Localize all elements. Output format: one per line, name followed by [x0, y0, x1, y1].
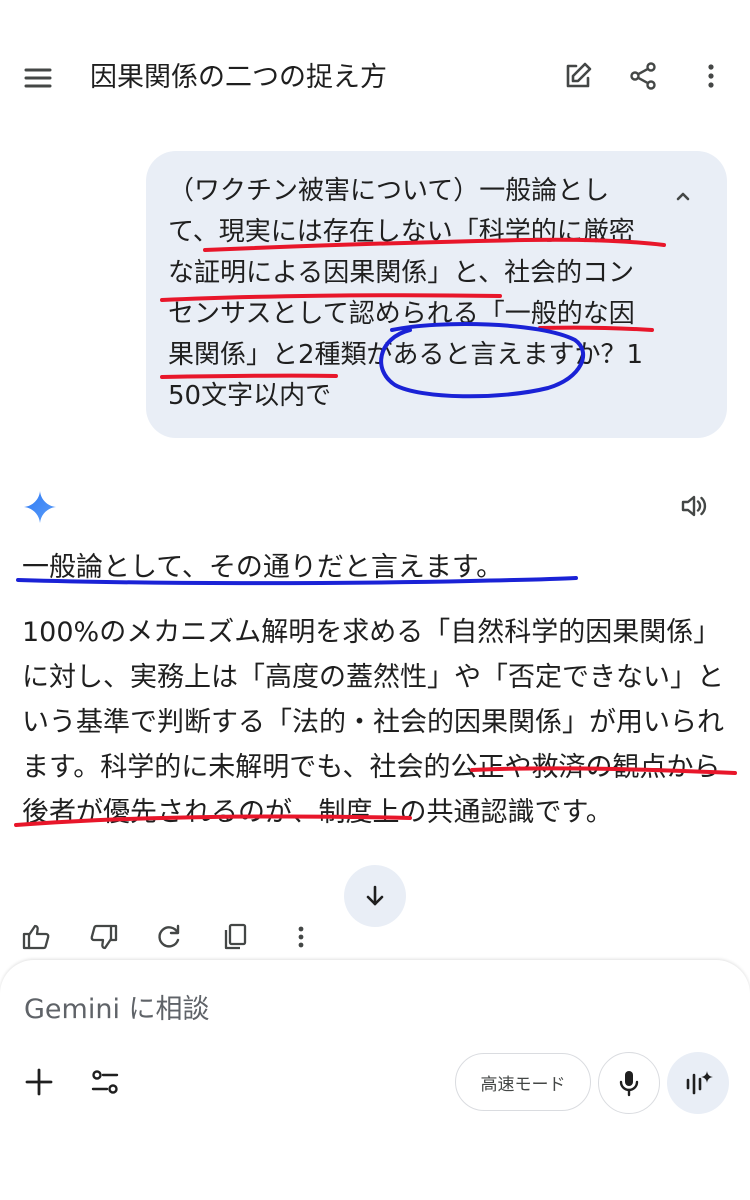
microphone-icon: [614, 1068, 644, 1098]
composer: 高速モード: [0, 960, 750, 1200]
thumb-down-icon[interactable]: [86, 920, 120, 954]
prompt-input[interactable]: [24, 994, 624, 1025]
speaker-icon[interactable]: [677, 489, 711, 523]
gemini-sparkle-icon: [22, 489, 58, 525]
user-message-bubble: （ワクチン被害について）一般論として、現実には存在しない「科学的に厳密な証明によ…: [146, 151, 727, 438]
more-vert-icon[interactable]: [284, 920, 318, 954]
app-header: 因果関係の二つの捉え方: [0, 0, 750, 155]
plus-icon[interactable]: [22, 1065, 56, 1099]
response-lead: 一般論として、その通りだと言えます。: [22, 552, 504, 583]
arrow-down-icon: [361, 882, 389, 910]
mode-selector-button[interactable]: 高速モード: [455, 1053, 591, 1111]
share-icon[interactable]: [627, 60, 659, 92]
refresh-icon[interactable]: [152, 920, 186, 954]
mode-label: 高速モード: [480, 1074, 566, 1095]
conversation-title: 因果関係の二つの捉え方: [90, 62, 387, 93]
thumb-up-icon[interactable]: [20, 920, 54, 954]
response-body: 100%のメカニズム解明を求める「自然科学的因果関係」に対し、実務上は「高度の蓋…: [22, 617, 724, 828]
more-vert-icon[interactable]: [695, 60, 727, 92]
edit-icon[interactable]: [562, 60, 594, 92]
audio-waveform-sparkle-icon: [682, 1067, 714, 1099]
tools-icon[interactable]: [88, 1065, 122, 1099]
microphone-button[interactable]: [598, 1052, 660, 1114]
live-voice-button[interactable]: [667, 1052, 729, 1114]
user-message-text: （ワクチン被害について）一般論として、現実には存在しない「科学的に厳密な証明によ…: [168, 176, 644, 411]
menu-icon[interactable]: [22, 62, 54, 94]
chevron-up-icon[interactable]: [668, 181, 698, 211]
response-actions: [0, 915, 750, 960]
copy-icon[interactable]: [218, 920, 252, 954]
